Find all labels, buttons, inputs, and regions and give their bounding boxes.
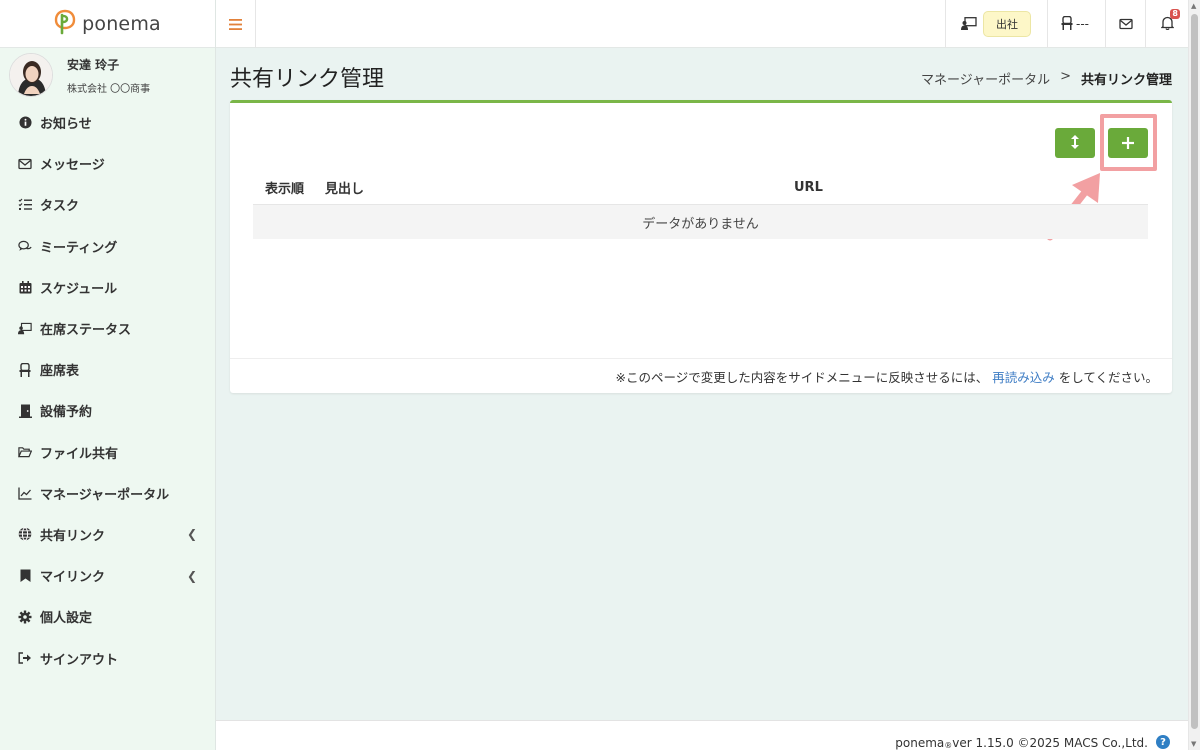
sidebar-item-label: 在席ステータス [40, 323, 132, 339]
door-icon [18, 404, 32, 418]
page-footer: ponema ® ver 1.15.0 ©2025 MACS Co.,Ltd. ? [216, 720, 1188, 750]
help-icon[interactable]: ? [1156, 735, 1170, 749]
sidebar-item-label: マイリンク [40, 570, 106, 586]
list-check-icon [18, 198, 32, 212]
note-text-after: をしてください。 [1058, 369, 1158, 385]
sidebar-item-seating-chart[interactable]: 座席表 [0, 349, 215, 390]
sidebar-item-meetings[interactable]: ミーティング [0, 226, 215, 267]
footer-version: ver 1.15.0 ©2025 MACS Co.,Ltd. [952, 736, 1148, 750]
attendance-status-button[interactable]: 出社 [945, 0, 1047, 48]
chevron-left-icon: ❮ [186, 568, 197, 583]
sidebar-item-label: スケジュール [40, 281, 118, 297]
gear-icon [18, 610, 32, 624]
envelope-icon [1118, 15, 1133, 34]
brand-name: ponema [82, 12, 161, 35]
brand-logo[interactable]: ponema [0, 0, 215, 48]
avatar [9, 53, 53, 97]
chair-icon [1061, 15, 1073, 34]
sidebar-item-label: サインアウト [40, 652, 119, 668]
user-name: 安達 玲子 [67, 57, 120, 72]
sidebar-item-label: お知らせ [40, 117, 92, 133]
column-header-order: 表示順 [265, 182, 305, 197]
presence-board-icon [18, 322, 32, 336]
sidebar-item-my-links[interactable]: マイリンク ❮ [0, 555, 215, 596]
presence-board-icon [961, 15, 977, 34]
column-header-heading: 見出し [325, 182, 365, 197]
sidebar-item-tasks[interactable]: タスク [0, 184, 215, 225]
sidebar-item-label: 設備予約 [40, 405, 93, 421]
sidebar-item-label: 個人設定 [40, 611, 93, 627]
sidebar-item-schedule[interactable]: スケジュール [0, 267, 215, 308]
sidebar-item-sign-out[interactable]: サインアウト [0, 637, 215, 678]
user-profile[interactable]: 安達 玲子 株式会社 〇〇商事 [0, 48, 215, 102]
reorder-button[interactable] [1055, 128, 1095, 158]
ponema-logo-icon [54, 9, 76, 39]
top-bar: 出社 --- 8 [216, 0, 1188, 48]
sidebar-item-label: ファイル共有 [40, 446, 119, 462]
bookmark-icon [18, 569, 32, 583]
status-badge: 出社 [983, 11, 1031, 37]
sidebar-item-label: ミーティング [40, 240, 118, 256]
menu-toggle-button[interactable] [216, 0, 256, 48]
sidebar-item-label: メッセージ [40, 158, 105, 174]
sidebar-item-label: 共有リンク [40, 528, 106, 544]
globe-icon [18, 527, 32, 542]
vertical-scrollbar[interactable]: ▲ ▼ [1188, 0, 1200, 750]
sidebar-item-notices[interactable]: お知らせ [0, 102, 215, 143]
user-company: 株式会社 〇〇商事 [67, 83, 151, 95]
messages-button[interactable] [1105, 0, 1145, 48]
sidebar-item-label: 座席表 [40, 364, 80, 380]
sign-out-icon [18, 651, 32, 665]
sidebar-item-manager-portal[interactable]: マネージャーポータル [0, 473, 215, 514]
notifications-button[interactable]: 8 [1145, 0, 1188, 48]
chair-icon [18, 362, 32, 377]
hamburger-icon [229, 15, 242, 34]
sidebar: ponema 安達 玲子 株式会社 〇〇商事 お知らせ メッセージ タスク ミー… [0, 0, 216, 750]
sidebar-nav: お知らせ メッセージ タスク ミーティング スケジュール 在席ステータス 座席表 [0, 102, 215, 679]
sidebar-item-facility-booking[interactable]: 設備予約 [0, 390, 215, 431]
chat-bubbles-icon [18, 239, 32, 253]
seat-value: --- [1076, 17, 1089, 31]
footer-brand: ponema [895, 736, 945, 750]
shared-links-card: 表示順 見出し URL データがありません ※このページで変更した内容をサイドメ… [230, 100, 1172, 393]
seat-button[interactable]: --- [1047, 0, 1105, 48]
note-text-before: ※このページで変更した内容をサイドメニューに反映させるには、 [615, 369, 989, 385]
breadcrumb-separator: > [1060, 69, 1071, 84]
envelope-icon [18, 157, 32, 171]
registered-mark: ® [944, 741, 953, 750]
reload-link[interactable]: 再読み込み [992, 367, 1055, 386]
shared-links-table: 表示順 見出し URL データがありません [253, 171, 1148, 239]
calendar-icon [18, 280, 32, 294]
add-button-highlight [1100, 114, 1157, 171]
info-circle-icon [18, 116, 32, 130]
sort-arrows-icon [1071, 134, 1079, 153]
folder-open-icon [18, 445, 32, 459]
card-footer-note: ※このページで変更した内容をサイドメニューに反映させるには、 再読み込み をして… [230, 358, 1172, 393]
sidebar-item-label: マネージャーポータル [40, 487, 170, 503]
scroll-up-arrow-icon[interactable]: ▲ [1191, 2, 1196, 10]
chevron-left-icon: ❮ [186, 527, 197, 542]
sidebar-item-messages[interactable]: メッセージ [0, 143, 215, 184]
sidebar-item-file-sharing[interactable]: ファイル共有 [0, 432, 215, 473]
column-header-url: URL [794, 180, 823, 195]
sidebar-item-personal-settings[interactable]: 個人設定 [0, 596, 215, 637]
table-empty-row: データがありません [253, 205, 1148, 239]
sidebar-item-presence[interactable]: 在席ステータス [0, 308, 215, 349]
notification-count-badge: 8 [1170, 9, 1180, 19]
breadcrumb: マネージャーポータル > 共有リンク管理 [921, 69, 1172, 88]
table-header: 表示順 見出し URL [253, 171, 1148, 205]
breadcrumb-parent-link[interactable]: マネージャーポータル [921, 69, 1050, 88]
sidebar-item-shared-links[interactable]: 共有リンク ❮ [0, 514, 215, 555]
page-title: 共有リンク管理 [230, 67, 385, 92]
breadcrumb-current: 共有リンク管理 [1080, 73, 1172, 88]
chart-line-icon [18, 486, 32, 500]
scroll-down-arrow-icon[interactable]: ▼ [1191, 740, 1196, 748]
scrollbar-thumb[interactable] [1191, 14, 1198, 729]
sidebar-item-label: タスク [40, 199, 80, 215]
